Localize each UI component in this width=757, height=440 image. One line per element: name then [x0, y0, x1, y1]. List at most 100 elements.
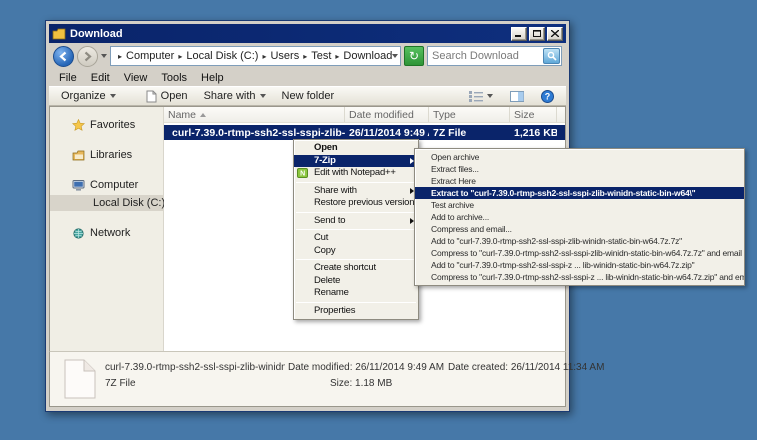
- submenu-item-add-to-zip[interactable]: Add to "curl-7.39.0-rtmp-ssh2-ssl-sspi-z…: [415, 259, 744, 271]
- context-menu-item-create-shortcut[interactable]: Create shortcut: [294, 262, 418, 275]
- refresh-icon: ↻: [409, 49, 419, 63]
- computer-icon: [72, 180, 85, 191]
- breadcrumb-separator-icon: ▸: [178, 52, 182, 61]
- sidebar-item-local-disk-c[interactable]: Local Disk (C:): [50, 195, 163, 211]
- window-title: Download: [70, 28, 511, 40]
- menu-separator: [296, 302, 416, 303]
- dropdown-arrow-icon: [487, 94, 493, 98]
- menu-separator: [296, 229, 416, 230]
- maximize-button[interactable]: [529, 27, 545, 41]
- sidebar-item-network[interactable]: Network: [50, 225, 163, 241]
- refresh-button[interactable]: ↻: [404, 46, 424, 66]
- submenu-item-extract-files[interactable]: Extract files...: [415, 163, 744, 175]
- document-icon: [146, 90, 157, 103]
- change-view-button[interactable]: [463, 89, 499, 104]
- details-size: Size: 1.18 MB: [330, 378, 392, 389]
- column-header-type[interactable]: Type: [429, 107, 510, 122]
- details-date-created: Date created: 26/11/2014 11:34 AM: [448, 362, 604, 373]
- menu-bar: File Edit View Tools Help: [49, 69, 566, 86]
- new-folder-button[interactable]: New folder: [276, 88, 341, 104]
- minimize-button[interactable]: [511, 27, 527, 41]
- sidebar-item-computer[interactable]: Computer: [50, 177, 163, 193]
- search-box: [427, 46, 562, 66]
- menu-file[interactable]: File: [53, 71, 83, 85]
- context-menu-item-properties[interactable]: Properties: [294, 305, 418, 318]
- network-icon: [72, 228, 85, 239]
- submenu-item-add-to-7z[interactable]: Add to "curl-7.39.0-rtmp-ssh2-ssl-sspi-z…: [415, 235, 744, 247]
- sort-ascending-icon: [200, 113, 206, 117]
- file-row[interactable]: curl-7.39.0-rtmp-ssh2-ssl-sspi-zlib-wini…: [164, 125, 565, 140]
- context-menu-item-edit-with-notepadpp[interactable]: N Edit with Notepad++: [294, 167, 418, 180]
- organize-button[interactable]: Organize: [55, 88, 122, 104]
- submenu-item-add-to-archive[interactable]: Add to archive...: [415, 211, 744, 223]
- close-button[interactable]: [547, 27, 563, 41]
- context-menu-item-copy[interactable]: Copy: [294, 245, 418, 258]
- libraries-icon: [72, 150, 85, 161]
- context-menu-item-send-to[interactable]: Send to: [294, 215, 418, 228]
- forward-button[interactable]: [77, 46, 98, 67]
- breadcrumb-item-users[interactable]: Users: [270, 50, 299, 62]
- preview-pane-button[interactable]: [504, 89, 530, 104]
- history-dropdown-icon[interactable]: [101, 54, 107, 58]
- help-icon: ?: [541, 90, 554, 103]
- back-button[interactable]: [53, 46, 74, 67]
- context-menu-item-delete[interactable]: Delete: [294, 275, 418, 288]
- notepadpp-icon: N: [297, 168, 308, 178]
- column-header-date-modified[interactable]: Date modified: [345, 107, 429, 122]
- submenu-item-compress-to-zip-and-email[interactable]: Compress to "curl-7.39.0-rtmp-ssh2-ssl-s…: [415, 271, 744, 283]
- menu-edit[interactable]: Edit: [85, 71, 116, 85]
- context-menu-item-open[interactable]: Open: [294, 142, 418, 155]
- context-menu-item-restore-previous-versions[interactable]: Restore previous versions: [294, 197, 418, 210]
- column-header-size[interactable]: Size: [510, 107, 557, 122]
- minimize-icon: [515, 30, 523, 37]
- open-button[interactable]: Open: [140, 88, 194, 105]
- navigation-pane: Favorites Libraries Computer Local Disk …: [50, 107, 164, 353]
- details-file-name: curl-7.39.0-rtmp-ssh2-ssl-sspi-zlib-wini…: [105, 362, 285, 373]
- submenu-item-extract-to[interactable]: Extract to "curl-7.39.0-rtmp-ssh2-ssl-ss…: [415, 187, 744, 199]
- titlebar[interactable]: Download: [49, 24, 566, 43]
- breadcrumb-item-local-disk[interactable]: Local Disk (C:): [186, 50, 258, 62]
- help-button[interactable]: ?: [535, 88, 560, 105]
- menu-separator: [296, 259, 416, 260]
- breadcrumb-item-download[interactable]: Download: [343, 50, 392, 62]
- file-icon-large: [64, 359, 96, 399]
- submenu-item-compress-to-7z-and-email[interactable]: Compress to "curl-7.39.0-rtmp-ssh2-ssl-s…: [415, 247, 744, 259]
- menu-view[interactable]: View: [118, 71, 154, 85]
- star-icon: [72, 119, 85, 131]
- menu-help[interactable]: Help: [195, 71, 230, 85]
- file-type-cell: 7Z File: [429, 127, 510, 139]
- share-with-button[interactable]: Share with: [198, 88, 272, 104]
- context-menu-item-share-with[interactable]: Share with: [294, 185, 418, 198]
- breadcrumb-separator-icon: ▸: [118, 52, 122, 61]
- sidebar-item-libraries[interactable]: Libraries: [50, 147, 163, 163]
- address-dropdown-icon[interactable]: [392, 54, 398, 58]
- file-name-cell: curl-7.39.0-rtmp-ssh2-ssl-sspi-zlib-wini…: [164, 127, 345, 139]
- address-bar: ▸ Computer ▸ Local Disk (C:) ▸ Users ▸ T…: [49, 43, 566, 69]
- submenu-item-open-archive[interactable]: Open archive: [415, 151, 744, 163]
- sidebar-item-favorites[interactable]: Favorites: [50, 117, 163, 133]
- breadcrumb[interactable]: ▸ Computer ▸ Local Disk (C:) ▸ Users ▸ T…: [110, 46, 401, 66]
- details-date-modified: Date modified: 26/11/2014 9:49 AM: [288, 362, 444, 373]
- column-headers: Name Date modified Type Size: [164, 107, 565, 123]
- menu-tools[interactable]: Tools: [155, 71, 193, 85]
- file-size-cell: 1,216 KB: [510, 127, 557, 139]
- details-file-type: 7Z File: [105, 378, 136, 389]
- context-menu-item-7zip[interactable]: 7-Zip: [294, 155, 418, 168]
- submenu-item-test-archive[interactable]: Test archive: [415, 199, 744, 211]
- preview-pane-icon: [510, 91, 524, 102]
- folder-icon: [52, 28, 66, 40]
- breadcrumb-item-computer[interactable]: Computer: [126, 50, 174, 62]
- search-button[interactable]: [543, 48, 560, 64]
- column-header-name[interactable]: Name: [164, 107, 345, 122]
- context-menu-item-cut[interactable]: Cut: [294, 232, 418, 245]
- submenu-item-extract-here[interactable]: Extract Here: [415, 175, 744, 187]
- submenu-item-compress-and-email[interactable]: Compress and email...: [415, 223, 744, 235]
- search-icon: [547, 51, 557, 61]
- search-input[interactable]: [428, 50, 543, 62]
- 7zip-submenu: Open archive Extract files... Extract He…: [414, 148, 745, 286]
- context-menu-item-rename[interactable]: Rename: [294, 287, 418, 300]
- svg-text:?: ?: [545, 91, 551, 101]
- dropdown-arrow-icon: [110, 94, 116, 98]
- details-pane: curl-7.39.0-rtmp-ssh2-ssl-sspi-zlib-wini…: [49, 351, 566, 407]
- breadcrumb-item-test[interactable]: Test: [311, 50, 331, 62]
